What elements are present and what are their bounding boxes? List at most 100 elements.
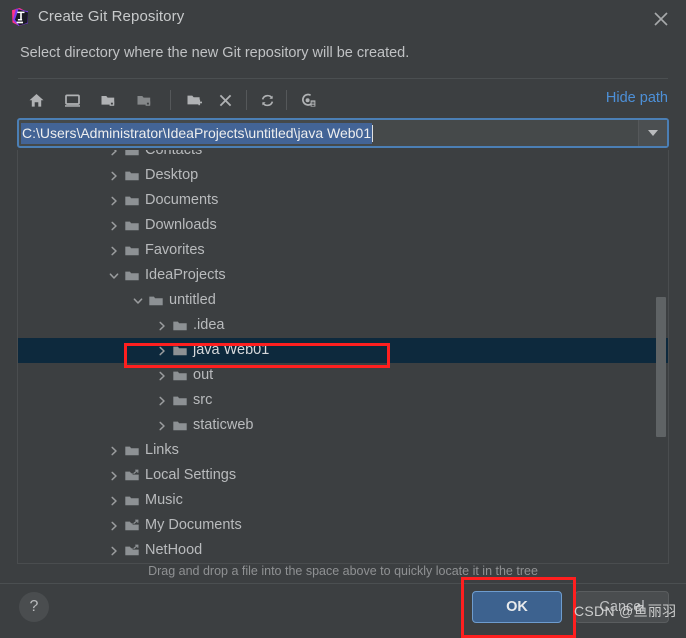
- folder-icon: [170, 313, 190, 338]
- dialog-title: Create Git Repository: [38, 8, 185, 25]
- tree-item-untitled[interactable]: untitled: [18, 288, 668, 313]
- tree-item-label: Documents: [145, 192, 219, 208]
- create-git-repository-dialog: Create Git Repository Select directory w…: [0, 0, 686, 638]
- tree-item-label: Local Settings: [145, 467, 237, 483]
- tree-scrollbar-track[interactable]: [656, 150, 666, 562]
- help-button[interactable]: ?: [19, 592, 49, 622]
- tree-item-my-documents[interactable]: My Documents: [18, 513, 668, 538]
- desktop-icon[interactable]: [59, 88, 85, 112]
- tree-item-label: Downloads: [145, 217, 217, 233]
- tree-item-label: untitled: [169, 292, 216, 308]
- file-chooser-toolbar: Hide path: [18, 84, 668, 116]
- header-divider: [18, 78, 668, 79]
- home-icon[interactable]: [23, 88, 49, 112]
- folder-icon: [170, 388, 190, 413]
- tree-item-desktop[interactable]: Desktop: [18, 163, 668, 188]
- show-hidden-files-icon[interactable]: [295, 88, 321, 112]
- folder-icon: [122, 263, 142, 288]
- chevron-right-icon[interactable]: [106, 150, 122, 163]
- tree-item-label: Desktop: [145, 167, 199, 183]
- folder-icon: [122, 438, 142, 463]
- tree-item-label: Favorites: [145, 242, 205, 258]
- chevron-right-icon[interactable]: [106, 463, 122, 488]
- ok-button[interactable]: OK: [472, 591, 562, 623]
- folder-shortcut-icon: [122, 513, 142, 538]
- toolbar-separator: [170, 90, 171, 110]
- chevron-right-icon[interactable]: [106, 213, 122, 238]
- close-icon[interactable]: [648, 6, 674, 32]
- folder-icon: [170, 363, 190, 388]
- folder-shortcut-icon: [122, 463, 142, 488]
- folder-icon: [122, 488, 142, 513]
- footer-divider: [0, 583, 686, 584]
- chevron-right-icon[interactable]: [106, 188, 122, 213]
- path-dropdown-button[interactable]: [638, 120, 667, 146]
- tree-item-downloads[interactable]: Downloads: [18, 213, 668, 238]
- folder-icon: [122, 163, 142, 188]
- folder-icon: [170, 338, 190, 363]
- folder-icon: [122, 188, 142, 213]
- path-combobox[interactable]: C:\Users\Administrator\IdeaProjects\unti…: [17, 118, 669, 148]
- directory-tree: Contacts Desktop Documents Downloads Favorit…: [18, 150, 668, 562]
- directory-tree-panel: Contacts Desktop Documents Downloads Favorit…: [17, 150, 669, 564]
- chevron-right-icon[interactable]: [154, 313, 170, 338]
- tree-item-label: Links: [145, 442, 179, 458]
- tree-item-local-settings[interactable]: Local Settings: [18, 463, 668, 488]
- new-folder-icon[interactable]: [181, 88, 207, 112]
- chevron-right-icon[interactable]: [154, 338, 170, 363]
- chevron-down-icon[interactable]: [106, 263, 122, 288]
- title-bar: Create Git Repository: [0, 0, 686, 36]
- tree-scrollbar-thumb[interactable]: [656, 297, 666, 437]
- chevron-right-icon[interactable]: [106, 238, 122, 263]
- tree-item-label: IdeaProjects: [145, 267, 226, 283]
- tree-item-links[interactable]: Links: [18, 438, 668, 463]
- chevron-right-icon[interactable]: [106, 438, 122, 463]
- refresh-icon[interactable]: [254, 88, 280, 112]
- delete-icon[interactable]: [212, 88, 238, 112]
- tree-item-ideaprojects[interactable]: IdeaProjects: [18, 263, 668, 288]
- path-input-value: C:\Users\Administrator\IdeaProjects\unti…: [21, 122, 373, 144]
- toolbar-separator: [286, 90, 287, 110]
- folder-icon: [122, 150, 142, 163]
- tree-item-documents[interactable]: Documents: [18, 188, 668, 213]
- tree-item-label: src: [193, 392, 213, 408]
- folder-shortcut-icon: [122, 538, 142, 562]
- tree-item--idea[interactable]: .idea: [18, 313, 668, 338]
- chevron-right-icon[interactable]: [106, 538, 122, 562]
- path-input[interactable]: C:\Users\Administrator\IdeaProjects\unti…: [19, 120, 638, 146]
- tree-item-label: NetHood: [145, 542, 203, 558]
- folder-icon: [170, 413, 190, 438]
- tree-item-out[interactable]: out: [18, 363, 668, 388]
- text-caret: [372, 124, 374, 142]
- tree-item-staticweb[interactable]: staticweb: [18, 413, 668, 438]
- tree-item-label: Music: [145, 492, 183, 508]
- dialog-prompt: Select directory where the new Git repos…: [20, 45, 410, 61]
- chevron-right-icon[interactable]: [106, 488, 122, 513]
- tree-item-favorites[interactable]: Favorites: [18, 238, 668, 263]
- chevron-down-icon[interactable]: [130, 288, 146, 313]
- chevron-right-icon[interactable]: [106, 163, 122, 188]
- tree-item-nethood[interactable]: NetHood: [18, 538, 668, 562]
- hide-path-link[interactable]: Hide path: [606, 90, 668, 106]
- folder-icon: [146, 288, 166, 313]
- tree-item-java-web01[interactable]: java Web01: [18, 338, 668, 363]
- folder-icon: [122, 213, 142, 238]
- tree-item-label: .idea: [193, 317, 225, 333]
- tree-item-label: Contacts: [145, 150, 203, 158]
- chevron-right-icon[interactable]: [154, 388, 170, 413]
- chevron-right-icon[interactable]: [154, 413, 170, 438]
- folder-icon: [122, 238, 142, 263]
- intellij-idea-logo: [10, 7, 30, 27]
- chevron-right-icon[interactable]: [106, 513, 122, 538]
- project-folder-icon[interactable]: [95, 88, 121, 112]
- directory-tree-viewport: Contacts Desktop Documents Downloads Favorit…: [18, 150, 668, 562]
- tree-item-contacts[interactable]: Contacts: [18, 150, 668, 163]
- chevron-right-icon[interactable]: [154, 363, 170, 388]
- toolbar-separator: [246, 90, 247, 110]
- module-folder-icon[interactable]: [131, 88, 157, 112]
- tree-item-music[interactable]: Music: [18, 488, 668, 513]
- drag-drop-hint: Drag and drop a file into the space abov…: [148, 564, 538, 578]
- chevron-down-icon: [648, 130, 658, 136]
- tree-item-label: My Documents: [145, 517, 242, 533]
- tree-item-src[interactable]: src: [18, 388, 668, 413]
